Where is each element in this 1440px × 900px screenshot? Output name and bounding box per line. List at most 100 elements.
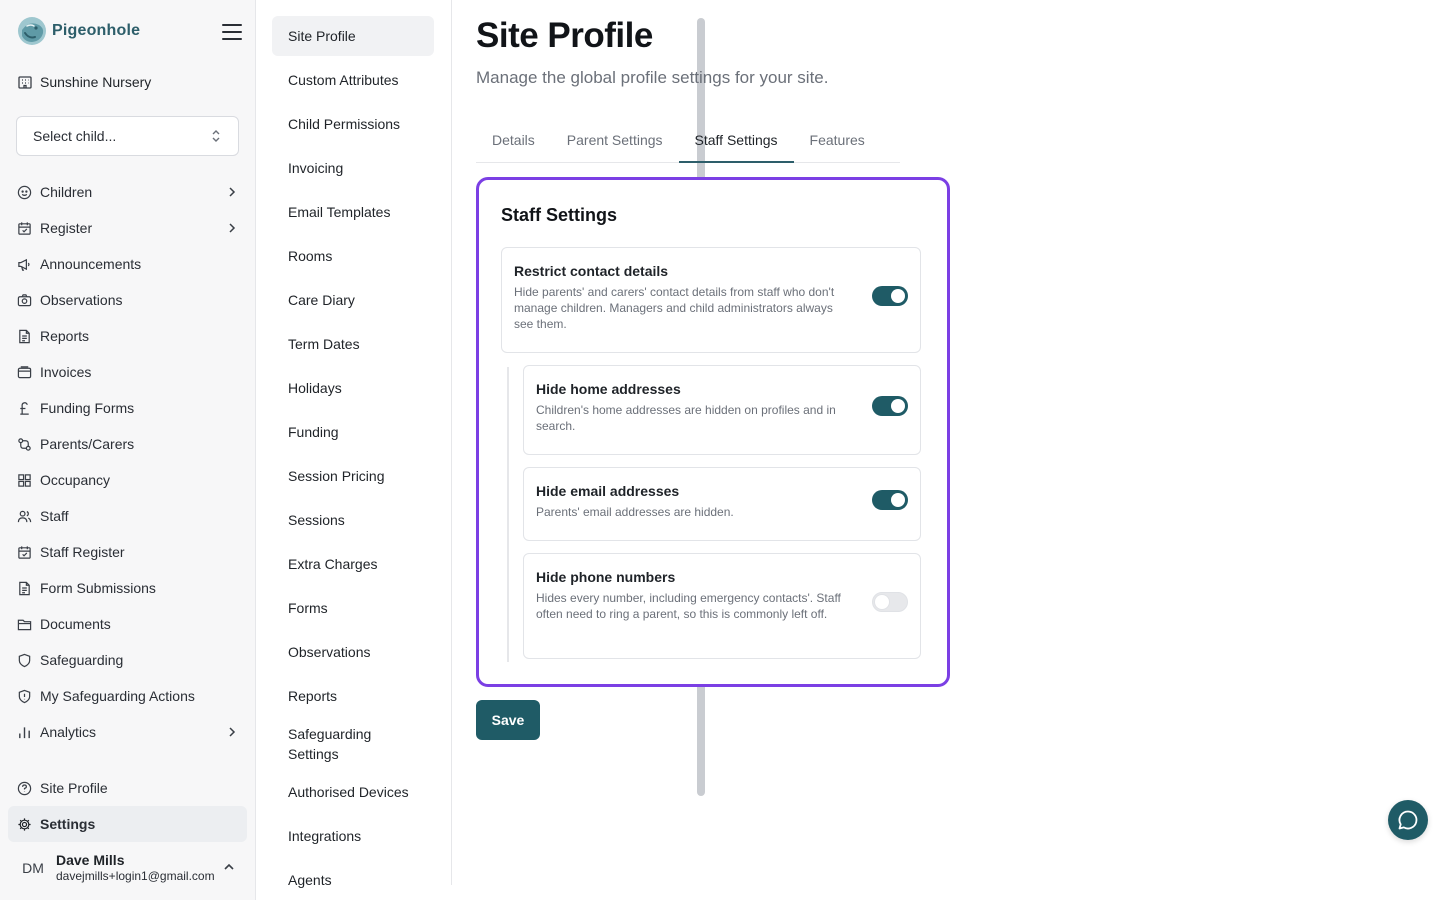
bottom-nav: Site Profile Settings [8, 770, 247, 842]
subnav-item-email-templates[interactable]: Email Templates [272, 192, 434, 232]
nav-item-my-safeguarding-actions[interactable]: My Safeguarding Actions [8, 678, 247, 714]
grid-icon [18, 473, 31, 487]
setting-description: Hide parents' and carers' contact detail… [514, 285, 835, 331]
nav-label: Staff [40, 508, 69, 524]
chevron-up-icon [224, 863, 234, 870]
setting-description: Parents' email addresses are hidden. [536, 505, 734, 519]
help-circle-icon [17, 781, 32, 795]
subnav-item-funding[interactable]: Funding [272, 412, 434, 452]
nav-item-staff-register[interactable]: Staff Register [8, 534, 247, 570]
calendar-check-icon [18, 545, 31, 559]
indent-divider [507, 367, 509, 662]
subnav-item-observations[interactable]: Observations [272, 632, 434, 672]
page-title: Site Profile [476, 16, 653, 55]
nav-label: Invoices [40, 364, 92, 380]
subnav-item-authorised-devices[interactable]: Authorised Devices [272, 772, 434, 812]
user-menu[interactable]: DM Dave Mills davejmills+login1@gmail.co… [8, 846, 247, 890]
nav-label: Reports [40, 328, 90, 344]
shield-icon [18, 653, 31, 667]
site-name: Sunshine Nursery [40, 74, 152, 90]
setting-title: Hide phone numbers [536, 569, 676, 585]
settings-subnav: Site Profile Custom Attributes Child Permi… [256, 0, 705, 888]
subnav-item-integrations[interactable]: Integrations [272, 816, 434, 856]
main-nav: Children Register Announcements Observat… [8, 174, 247, 750]
tab-staff-settings[interactable]: Staff Settings [678, 118, 794, 163]
tab-features[interactable]: Features [794, 118, 881, 162]
subnav-item-holidays[interactable]: Holidays [272, 368, 434, 408]
user-name: Dave Mills [56, 852, 125, 868]
hamburger-menu-icon[interactable] [221, 22, 243, 42]
subnav-item-reports[interactable]: Reports [272, 676, 434, 716]
setting-title: Hide home addresses [536, 381, 681, 397]
wallet-icon [17, 365, 32, 378]
nav-label: Funding Forms [40, 400, 135, 416]
subnav-item-session-pricing[interactable]: Session Pricing [272, 456, 434, 496]
toggle-knob [891, 493, 905, 507]
nav-label: Safeguarding [40, 652, 124, 668]
child-select-label: Select child... [33, 128, 117, 144]
nav-item-register[interactable]: Register [8, 210, 247, 246]
subnav-item-term-dates[interactable]: Term Dates [272, 324, 434, 364]
chevron-right-icon [229, 187, 236, 197]
pound-icon [20, 401, 29, 415]
setting-title: Hide email addresses [536, 483, 680, 499]
profile-tabs: Details Parent Settings Staff Settings F… [476, 118, 900, 163]
nav-label: Announcements [40, 256, 142, 272]
subnav-item-forms[interactable]: Forms [272, 588, 434, 628]
setting-hide-email-addresses: Hide email addresses Parents' email addr… [523, 467, 921, 541]
subnav-item-care-diary[interactable]: Care Diary [272, 280, 434, 320]
subnav-item-safeguarding-settings[interactable]: Safeguarding Settings [272, 720, 392, 768]
subnav-item-child-permissions[interactable]: Child Permissions [272, 104, 434, 144]
nav-item-documents[interactable]: Documents [8, 606, 247, 642]
nav-item-staff[interactable]: Staff [8, 498, 247, 534]
building-icon [18, 76, 32, 89]
save-button[interactable]: Save [476, 700, 540, 740]
nav-item-settings[interactable]: Settings [8, 806, 247, 842]
nav-item-invoices[interactable]: Invoices [8, 354, 247, 390]
tab-details[interactable]: Details [476, 118, 551, 162]
restrict-contact-details-toggle[interactable] [872, 286, 908, 306]
subnav-item-rooms[interactable]: Rooms [272, 236, 434, 276]
user-info: Dave Mills davejmills+login1@gmail.com [56, 852, 221, 884]
subnav-item-site-profile[interactable]: Site Profile [272, 16, 434, 56]
nav-item-reports[interactable]: Reports [8, 318, 247, 354]
setting-hide-home-addresses: Hide home addresses Children's home addr… [523, 365, 921, 455]
chat-launcher-button[interactable] [1388, 800, 1428, 840]
gear-icon [18, 817, 31, 831]
link-icon [18, 437, 31, 451]
nav-item-form-submissions[interactable]: Form Submissions [8, 570, 247, 606]
hide-phone-numbers-toggle[interactable] [872, 592, 908, 612]
nav-item-occupancy[interactable]: Occupancy [8, 462, 247, 498]
subnav-item-invoicing[interactable]: Invoicing [272, 148, 434, 188]
folder-icon [17, 619, 32, 630]
subnav-item-sessions[interactable]: Sessions [272, 500, 434, 540]
nav-label: Register [40, 220, 93, 236]
subnav-item-extra-charges[interactable]: Extra Charges [272, 544, 434, 584]
chevron-right-icon [229, 727, 236, 737]
hide-home-addresses-toggle[interactable] [872, 396, 908, 416]
subnav-item-agents[interactable]: Agents [272, 860, 434, 900]
subnav-item-custom-attributes[interactable]: Custom Attributes [272, 60, 434, 100]
nav-item-safeguarding[interactable]: Safeguarding [8, 642, 247, 678]
setting-restrict-contact-details: Restrict contact details Hide parents' a… [501, 247, 921, 353]
nav-item-parents-carers[interactable]: Parents/Carers [8, 426, 247, 462]
toggle-knob [891, 399, 905, 413]
tab-parent-settings[interactable]: Parent Settings [551, 118, 679, 162]
nav-item-funding-forms[interactable]: Funding Forms [8, 390, 247, 426]
nav-item-children[interactable]: Children [8, 174, 247, 210]
nav-label: Documents [40, 616, 111, 632]
nav-item-announcements[interactable]: Announcements [8, 246, 247, 282]
camera-icon [17, 293, 32, 306]
nav-label: Site Profile [40, 780, 108, 796]
nav-item-observations[interactable]: Observations [8, 282, 247, 318]
brand[interactable]: Pigeonhole [17, 16, 140, 46]
nav-label: My Safeguarding Actions [40, 688, 195, 704]
child-select[interactable]: Select child... [16, 116, 239, 156]
avatar: DM [22, 860, 44, 876]
nav-item-analytics[interactable]: Analytics [8, 714, 247, 750]
toggle-knob [875, 595, 889, 609]
hide-email-addresses-toggle[interactable] [872, 490, 908, 510]
child-icon [17, 185, 32, 199]
site-switcher[interactable]: Sunshine Nursery [17, 74, 151, 90]
nav-item-site-profile[interactable]: Site Profile [8, 770, 247, 806]
